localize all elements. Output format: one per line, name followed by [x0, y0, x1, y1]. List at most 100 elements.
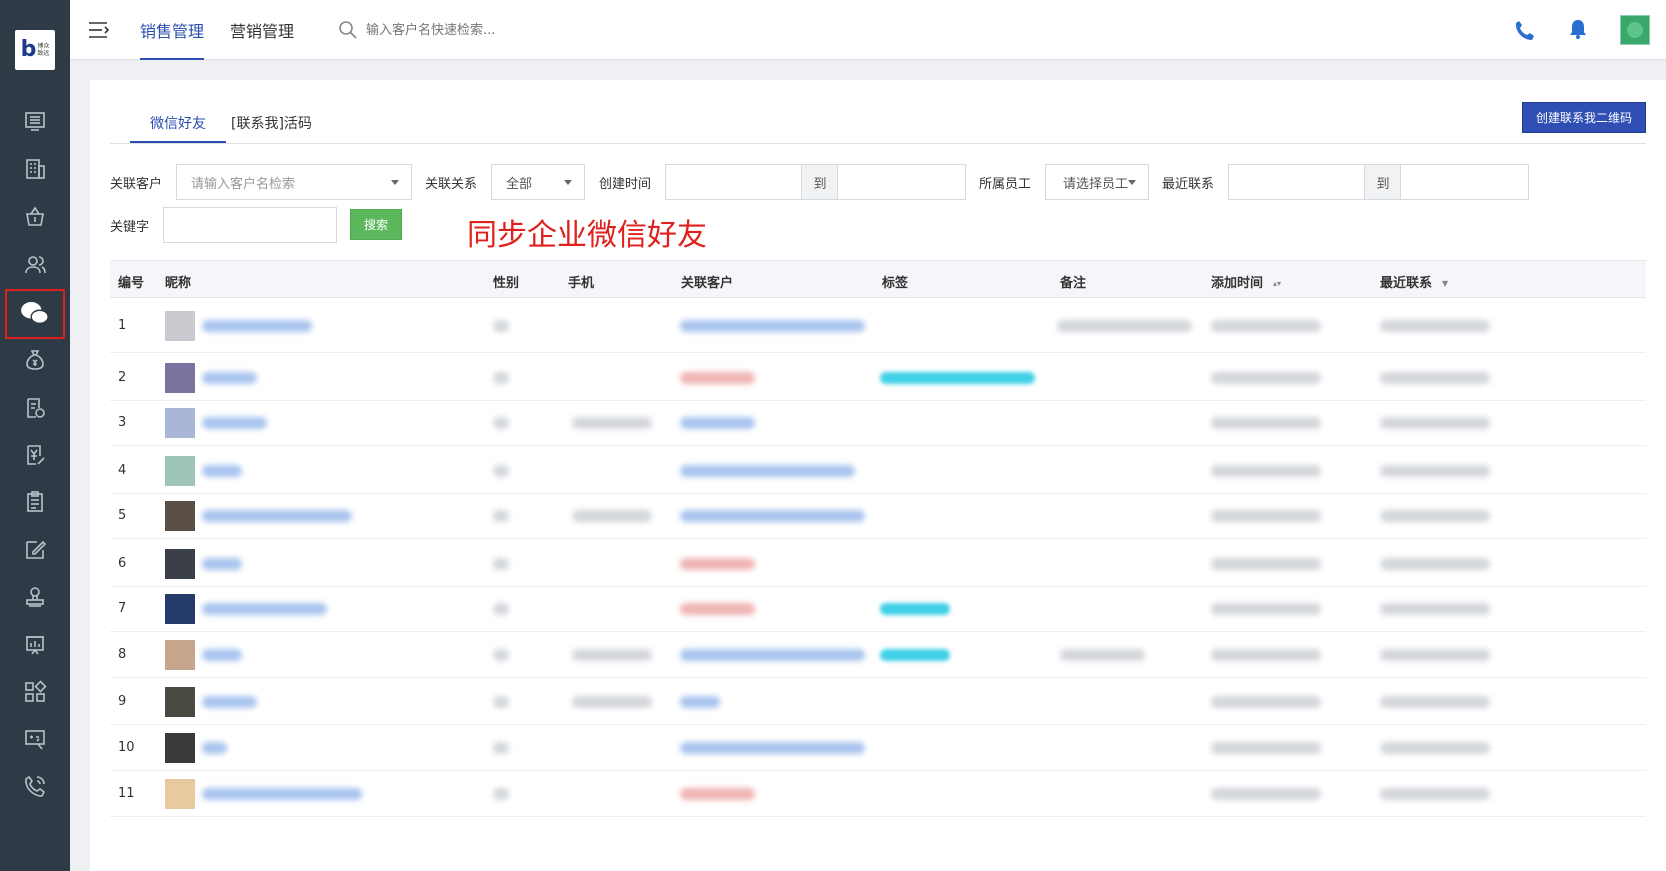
row-phone-redacted [572, 510, 652, 522]
wechat-icon[interactable] [5, 289, 65, 339]
row-customer-redacted[interactable] [680, 465, 855, 477]
row-nickname-redacted[interactable] [202, 510, 352, 522]
row-nickname-redacted[interactable] [202, 696, 257, 708]
customer-search-input[interactable] [366, 18, 666, 42]
row-customer-redacted[interactable] [680, 696, 720, 708]
tab-marketing-management[interactable]: 营销管理 [230, 18, 294, 60]
row-nickname-redacted[interactable] [202, 742, 227, 754]
relation-filter-value: 全部 [506, 176, 533, 192]
user-avatar[interactable] [1620, 15, 1650, 45]
row-nickname-redacted[interactable] [202, 320, 312, 332]
invoice-icon[interactable] [20, 440, 50, 470]
sort-icon[interactable]: ▴▾ [1273, 279, 1281, 288]
monitor-icon[interactable] [20, 106, 50, 136]
col-customer: 关联客户 [681, 276, 734, 291]
chevron-down-icon [391, 180, 399, 185]
recent-contact-to-label: 到 [1364, 164, 1402, 200]
row-gender-redacted [493, 696, 509, 708]
table-row[interactable]: 11 [110, 771, 1646, 817]
table-row[interactable]: 7 [110, 586, 1646, 632]
create-qr-code-button[interactable]: 创建联系我二维码 [1522, 102, 1646, 133]
table-row[interactable]: 8 [110, 632, 1646, 678]
search-icon[interactable] [338, 20, 358, 40]
table-row[interactable]: 6 [110, 540, 1646, 587]
keyword-input[interactable] [163, 207, 337, 243]
row-added-time-redacted [1211, 649, 1321, 661]
basket-icon[interactable] [20, 202, 50, 232]
phone-call-icon[interactable] [20, 771, 50, 801]
table-row[interactable]: 5 [110, 493, 1646, 539]
row-number: 8 [118, 647, 127, 662]
table-row[interactable]: 3 [110, 400, 1646, 446]
row-customer-redacted[interactable] [680, 558, 755, 570]
table-header: 编号 昵称 性别 手机 关联客户 标签 备注 添加时间 ▴▾ 最近联系 ▼ [110, 260, 1646, 298]
building-icon[interactable] [20, 154, 50, 184]
row-nickname-redacted[interactable] [202, 603, 327, 615]
table-row[interactable]: 10 [110, 725, 1646, 771]
row-nickname-redacted[interactable] [202, 465, 242, 477]
row-nickname-redacted[interactable] [202, 788, 362, 800]
search-button[interactable]: 搜索 [350, 209, 402, 240]
row-tag-redacted [880, 372, 1035, 384]
col-recent-contact[interactable]: 最近联系 ▼ [1380, 272, 1448, 291]
row-customer-redacted[interactable] [680, 417, 755, 429]
tab-sales-management[interactable]: 销售管理 [140, 18, 205, 60]
row-number: 11 [118, 786, 135, 801]
col-added-time[interactable]: 添加时间 ▴▾ [1211, 272, 1281, 291]
logo-letter: b [20, 37, 37, 62]
edit-icon[interactable] [20, 535, 50, 565]
row-added-time-redacted [1211, 603, 1321, 615]
clipboard-icon[interactable] [20, 487, 50, 517]
phone-icon[interactable] [1514, 19, 1536, 41]
row-phone-redacted [572, 649, 652, 661]
row-customer-redacted[interactable] [680, 788, 755, 800]
row-customer-redacted[interactable] [680, 649, 865, 661]
stamp-icon[interactable] [20, 582, 50, 612]
row-customer-redacted[interactable] [680, 510, 865, 522]
money-bag-icon[interactable] [20, 345, 50, 375]
chart-board-icon[interactable] [20, 630, 50, 660]
recent-contact-end-input[interactable] [1400, 164, 1529, 200]
staff-filter-placeholder: 请选择员工 [1063, 176, 1129, 192]
tab-wechat-friends[interactable]: 微信好友 [130, 113, 226, 143]
table-row[interactable]: 1 [110, 298, 1646, 353]
row-nickname-redacted[interactable] [202, 649, 242, 661]
row-nickname-redacted[interactable] [202, 417, 267, 429]
table-row[interactable]: 2 [110, 354, 1646, 401]
row-customer-redacted[interactable] [680, 320, 865, 332]
col-recent-contact-label: 最近联系 [1380, 276, 1433, 291]
created-time-start-input[interactable] [665, 164, 803, 200]
tab-contact-me-code[interactable]: [联系我]活码 [231, 113, 312, 133]
row-customer-redacted[interactable] [680, 603, 755, 615]
row-recent-contact-redacted [1380, 649, 1490, 661]
row-number: 7 [118, 601, 127, 616]
calculator-screen-icon[interactable] [20, 724, 50, 754]
staff-filter-select[interactable]: 请选择员工 [1045, 164, 1149, 200]
app-logo[interactable]: b 博众 致远 [15, 30, 55, 70]
apps-grid-icon[interactable] [20, 677, 50, 707]
row-customer-redacted[interactable] [680, 372, 755, 384]
row-added-time-redacted [1211, 696, 1321, 708]
relation-filter-select[interactable]: 全部 [491, 164, 585, 200]
created-time-end-input[interactable] [837, 164, 966, 200]
row-note-redacted [1060, 649, 1145, 661]
bell-icon[interactable] [1567, 18, 1589, 40]
row-nickname-redacted[interactable] [202, 558, 242, 570]
recent-contact-start-input[interactable] [1228, 164, 1366, 200]
row-nickname-redacted[interactable] [202, 372, 257, 384]
col-phone: 手机 [568, 276, 595, 291]
users-icon[interactable] [20, 250, 50, 280]
row-gender-redacted [493, 603, 509, 615]
document-settings-icon[interactable] [20, 393, 50, 423]
table-row[interactable]: 4 [110, 447, 1646, 494]
row-tag-redacted [880, 649, 950, 661]
menu-toggle-icon[interactable] [88, 20, 110, 40]
row-customer-redacted[interactable] [680, 742, 865, 754]
relation-filter-label: 关联关系 [425, 177, 478, 192]
row-recent-contact-redacted [1380, 372, 1490, 384]
table-row[interactable]: 9 [110, 678, 1646, 725]
row-added-time-redacted [1211, 742, 1321, 754]
customer-filter-select[interactable]: 请输入客户名检索 [176, 164, 412, 200]
sort-desc-icon[interactable]: ▼ [1442, 279, 1448, 288]
row-number: 6 [118, 556, 127, 571]
